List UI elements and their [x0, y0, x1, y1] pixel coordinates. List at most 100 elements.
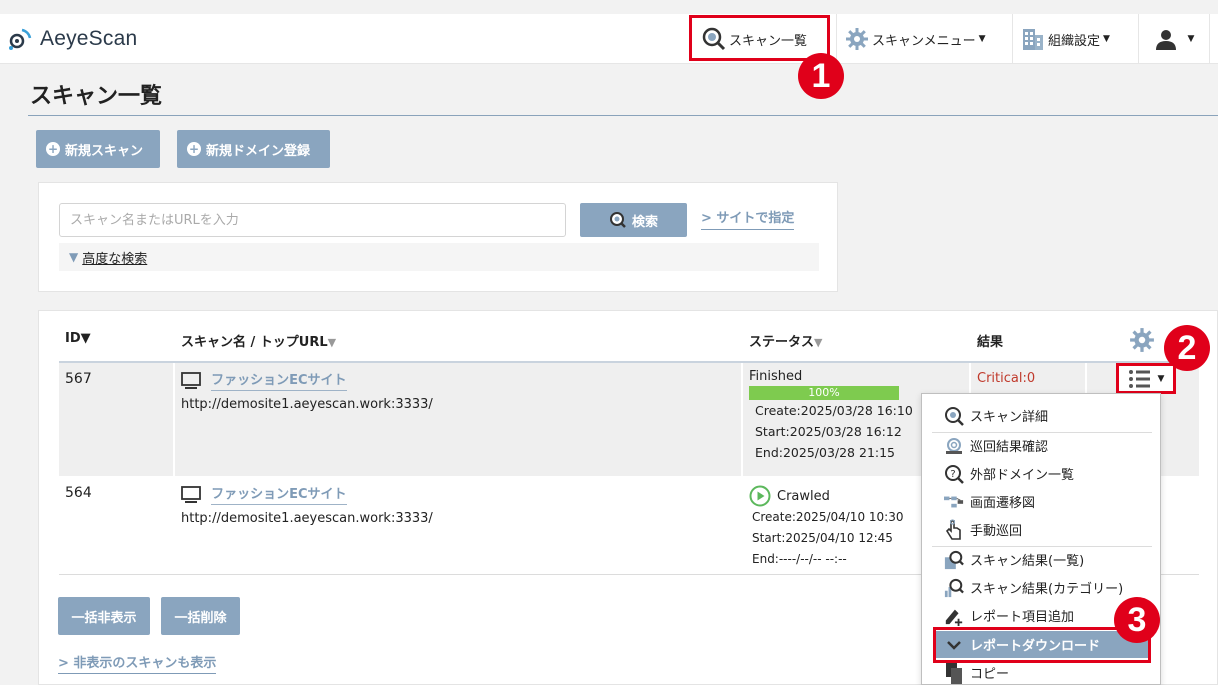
search-button[interactable]: 検索 [580, 203, 687, 237]
column-header-status-label: ステータス [749, 335, 815, 350]
row-name-cell: ファッションECサイト http://demosite1.aeyescan.wo… [175, 477, 741, 574]
nav-scan-menu-label: スキャンメニュー [872, 33, 976, 49]
magnifier-icon [944, 406, 964, 426]
specify-site-label: サイトで指定 [716, 211, 795, 226]
scan-name-link[interactable]: ファッションECサイト [211, 483, 347, 505]
search-icon [609, 212, 626, 228]
search-button-label: 検索 [631, 214, 658, 230]
row-id: 564 [65, 485, 92, 501]
menu-item-label: 巡回結果確認 [970, 440, 1049, 455]
chevron-right-icon: > [58, 656, 74, 671]
column-header-id-label: ID▼ [65, 331, 91, 346]
copy-icon [944, 662, 964, 684]
menu-item-label: コピー [970, 667, 1010, 682]
search-input[interactable] [59, 203, 566, 237]
menu-item-scan-results-list[interactable]: スキャン結果(一覧) [922, 546, 1160, 573]
plus-icon: + [46, 142, 60, 156]
nav-user-menu[interactable]: ▼ [1138, 14, 1210, 64]
pen-plus-icon [944, 606, 964, 626]
column-header-status[interactable]: ステータス▼ [749, 331, 822, 350]
building-icon [1023, 29, 1043, 50]
title-divider [28, 115, 1218, 116]
sort-arrow-icon: ▼ [327, 336, 337, 349]
column-header-result-label: 結果 [977, 335, 1004, 350]
user-icon [1155, 30, 1176, 50]
top-navbar: AeyeScan スキャン一覧 スキャンメニュー ▼ 組織設定 ▼ ▼ [0, 14, 1218, 64]
sort-arrow-icon: ▼ [814, 336, 823, 349]
advanced-search-label: 高度な検索 [82, 251, 148, 267]
column-header-result: 結果 [977, 331, 1003, 350]
step-marker-3: 3 [1114, 597, 1160, 643]
app-logo[interactable]: AeyeScan [8, 26, 137, 52]
column-header-name-label: スキャン名 / トップURL [181, 335, 328, 350]
column-header-id[interactable]: ID▼ [65, 331, 91, 346]
flow-diagram-icon [944, 492, 964, 512]
row-name-cell: ファッションECサイト http://demosite1.aeyescan.wo… [175, 363, 741, 476]
snail-icon [944, 436, 964, 456]
advanced-search-toggle[interactable]: ▼ 高度な検索 [59, 243, 819, 271]
status-text: Finished [749, 369, 803, 384]
highlight-box-scan-list [689, 15, 830, 61]
show-hidden-label: 非表示のスキャンも表示 [73, 656, 217, 671]
new-scan-label: 新規スキャン [65, 143, 144, 159]
nav-org-settings[interactable]: 組織設定 ▼ [1012, 14, 1138, 64]
scan-url: http://demosite1.aeyescan.work:3333/ [181, 511, 433, 526]
column-settings-gear-icon[interactable] [1129, 327, 1155, 353]
new-scan-button[interactable]: + 新規スキャン [36, 130, 160, 168]
show-hidden-scans-link[interactable]: > 非表示のスキャンも表示 [58, 652, 217, 674]
result-category-icon [944, 578, 964, 598]
question-magnifier-icon: ? [944, 464, 964, 484]
progress-bar: 100% [749, 386, 899, 400]
nav-scan-menu[interactable]: スキャンメニュー ▼ [836, 14, 1012, 64]
caret-down-icon: ▼ [1157, 373, 1165, 384]
play-circle-icon [749, 485, 771, 507]
hand-pointer-icon [944, 518, 964, 540]
caret-down-icon: ▼ [1103, 34, 1110, 44]
new-domain-label: 新規ドメイン登録 [206, 143, 311, 159]
page-title: スキャン一覧 [30, 84, 163, 109]
menu-item-label: 手動巡回 [970, 524, 1023, 539]
bulk-hide-button[interactable]: 一括非表示 [58, 597, 150, 635]
row-id: 567 [59, 363, 173, 476]
bulk-hide-label: 一括非表示 [71, 610, 137, 626]
nav-org-settings-label: 組織設定 [1048, 33, 1101, 49]
specify-site-link[interactable]: > サイトで指定 [701, 207, 795, 230]
menu-item-scan-detail[interactable]: スキャン詳細 [922, 402, 1160, 429]
list-menu-icon [1128, 369, 1150, 388]
caret-down-icon: ▼ [1187, 34, 1195, 44]
bulk-delete-button[interactable]: 一括削除 [161, 597, 240, 635]
svg-text:?: ? [950, 469, 955, 480]
scan-name-link[interactable]: ファッションECサイト [211, 369, 347, 391]
caret-down-icon: ▼ [978, 34, 986, 44]
menu-item-label: レポート項目追加 [970, 610, 1075, 625]
menu-item-label: スキャン結果(一覧) [970, 554, 1085, 569]
monitor-icon [181, 371, 201, 389]
menu-item-label: スキャン詳細 [970, 410, 1049, 425]
chevron-right-icon: > [701, 211, 717, 226]
result-list-icon [944, 550, 964, 570]
row-action-menu-button[interactable]: ▼ [1116, 363, 1176, 394]
logo-icon [9, 28, 32, 50]
plus-icon: + [187, 142, 201, 156]
menu-item-label: スキャン結果(カテゴリー) [970, 582, 1124, 597]
new-domain-button[interactable]: + 新規ドメイン登録 [177, 130, 330, 168]
step-marker-2: 2 [1164, 325, 1210, 371]
status-text: Crawled [777, 488, 830, 504]
critical-count[interactable]: Critical:0 [977, 371, 1035, 386]
step-marker-1: 1 [798, 53, 844, 99]
menu-item-label: 画面遷移図 [970, 496, 1036, 511]
monitor-icon [181, 485, 201, 503]
menu-item-scan-results-category[interactable]: スキャン結果(カテゴリー) [922, 574, 1160, 601]
menu-item-label: 外部ドメイン一覧 [970, 468, 1075, 483]
menu-item-screen-flow[interactable]: 画面遷移図 [922, 488, 1160, 515]
logo-text: AeyeScan [40, 27, 138, 50]
column-header-name[interactable]: スキャン名 / トップURL▼ [181, 331, 336, 350]
menu-item-external-domains[interactable]: ? 外部ドメイン一覧 [922, 460, 1160, 487]
gear-icon [846, 28, 868, 50]
menu-item-manual-crawl[interactable]: 手動巡回 [922, 516, 1160, 543]
menu-item-crawl-result[interactable]: 巡回結果確認 [922, 432, 1160, 459]
bulk-delete-label: 一括削除 [174, 610, 227, 626]
scan-url: http://demosite1.aeyescan.work:3333/ [181, 397, 433, 412]
search-panel: 検索 > サイトで指定 ▼ 高度な検索 [38, 182, 838, 292]
triangle-down-icon: ▼ [69, 250, 79, 264]
